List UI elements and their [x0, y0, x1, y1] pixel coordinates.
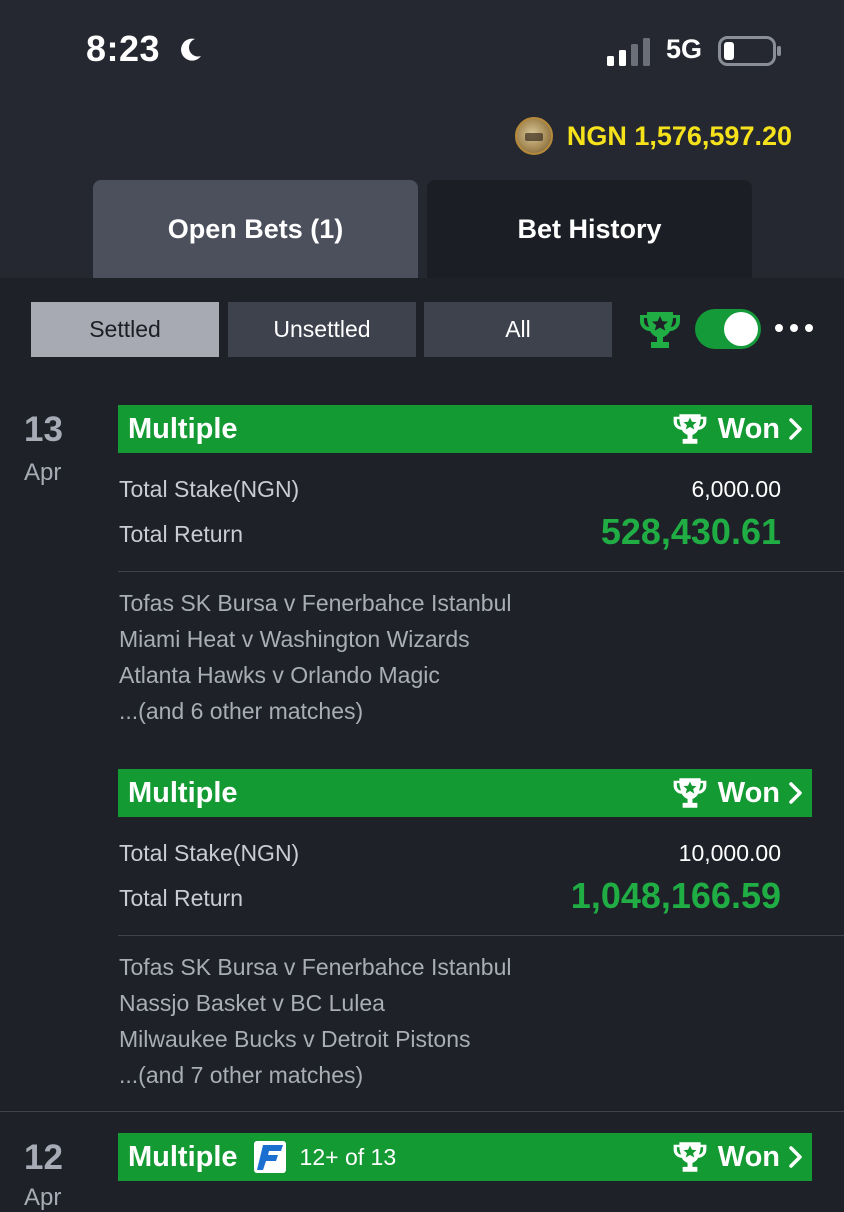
stake-label: Total Stake(NGN): [119, 476, 300, 502]
divider: [118, 571, 844, 572]
bet-header[interactable]: Multiple Won: [118, 405, 812, 453]
cellular-signal-icon: [607, 38, 650, 66]
won-label: Won: [717, 412, 780, 445]
chevron-right-icon: [789, 418, 802, 440]
match-line: Miami Heat v Washington Wizards: [119, 626, 470, 652]
trophy-icon: [673, 1142, 707, 1172]
f-badge-icon: [253, 1141, 286, 1173]
return-label: Total Return: [119, 521, 244, 547]
group-divider: [0, 1111, 844, 1112]
stake-value: 6,000.00: [691, 476, 781, 502]
filter-unsettled[interactable]: Unsettled: [228, 302, 416, 357]
bet-header[interactable]: Multiple 12+ of 13 Won: [118, 1133, 812, 1181]
filter-settled[interactable]: Settled: [31, 302, 219, 357]
trophy-icon: [673, 414, 707, 444]
return-label: Total Return: [119, 885, 244, 911]
chevron-right-icon: [789, 1146, 802, 1168]
account-balance[interactable]: NGN 1,576,597.20: [514, 116, 792, 156]
match-line: Tofas SK Bursa v Fenerbahce Istanbul: [119, 590, 512, 616]
bet-result: Won: [672, 1133, 804, 1181]
bet-type: Multiple: [128, 412, 238, 445]
trophy-icon: [673, 778, 707, 808]
won-label: Won: [717, 1140, 780, 1173]
stake-value: 10,000.00: [678, 840, 781, 866]
bet-header[interactable]: Multiple Won: [118, 769, 812, 817]
moon-icon: [181, 38, 201, 61]
match-line: Nassjo Basket v BC Lulea: [119, 990, 385, 1016]
match-line: Milwaukee Bucks v Detroit Pistons: [119, 1026, 471, 1052]
trophy-icon[interactable]: [638, 310, 682, 350]
filter-all[interactable]: All: [424, 302, 612, 357]
date-day: 13: [24, 410, 63, 449]
match-line: Tofas SK Bursa v Fenerbahce Istanbul: [119, 954, 512, 980]
promo-text: 12+ of 13: [299, 1143, 397, 1170]
divider: [118, 935, 844, 936]
stake-label: Total Stake(NGN): [119, 840, 300, 866]
date-month: Apr: [24, 1184, 62, 1211]
tab-bet-history[interactable]: Bet History: [427, 180, 752, 278]
bet-type: Multiple: [128, 1140, 238, 1173]
won-label: Won: [717, 776, 780, 809]
balance-amount: NGN 1,576,597.20: [566, 120, 792, 151]
status-bar: 8:23 5G: [0, 0, 844, 100]
bet-result: Won: [672, 769, 804, 817]
tab-open-bets[interactable]: Open Bets (1): [93, 180, 418, 278]
dot: [805, 324, 813, 332]
more-options-icon[interactable]: [775, 318, 813, 338]
dot: [790, 324, 798, 332]
return-value: 528,430.61: [600, 511, 781, 552]
return-value: 1,048,166.59: [570, 875, 781, 916]
date-month: Apr: [24, 459, 62, 486]
match-more: ...(and 7 other matches): [119, 1062, 364, 1088]
match-more: ...(and 6 other matches): [119, 698, 364, 724]
toggle-knob: [724, 312, 758, 346]
clock: 8:23: [86, 28, 161, 69]
battery-icon: [718, 36, 781, 66]
avatar[interactable]: [514, 117, 553, 155]
bet-type: Multiple: [128, 776, 238, 809]
date-day: 12: [24, 1138, 63, 1177]
chevron-right-icon: [789, 782, 802, 804]
bet-result: Won: [672, 405, 804, 453]
dot: [775, 324, 783, 332]
network-type: 5G: [666, 34, 703, 64]
match-line: Atlanta Hawks v Orlando Magic: [119, 662, 440, 688]
won-only-toggle[interactable]: [695, 309, 761, 349]
